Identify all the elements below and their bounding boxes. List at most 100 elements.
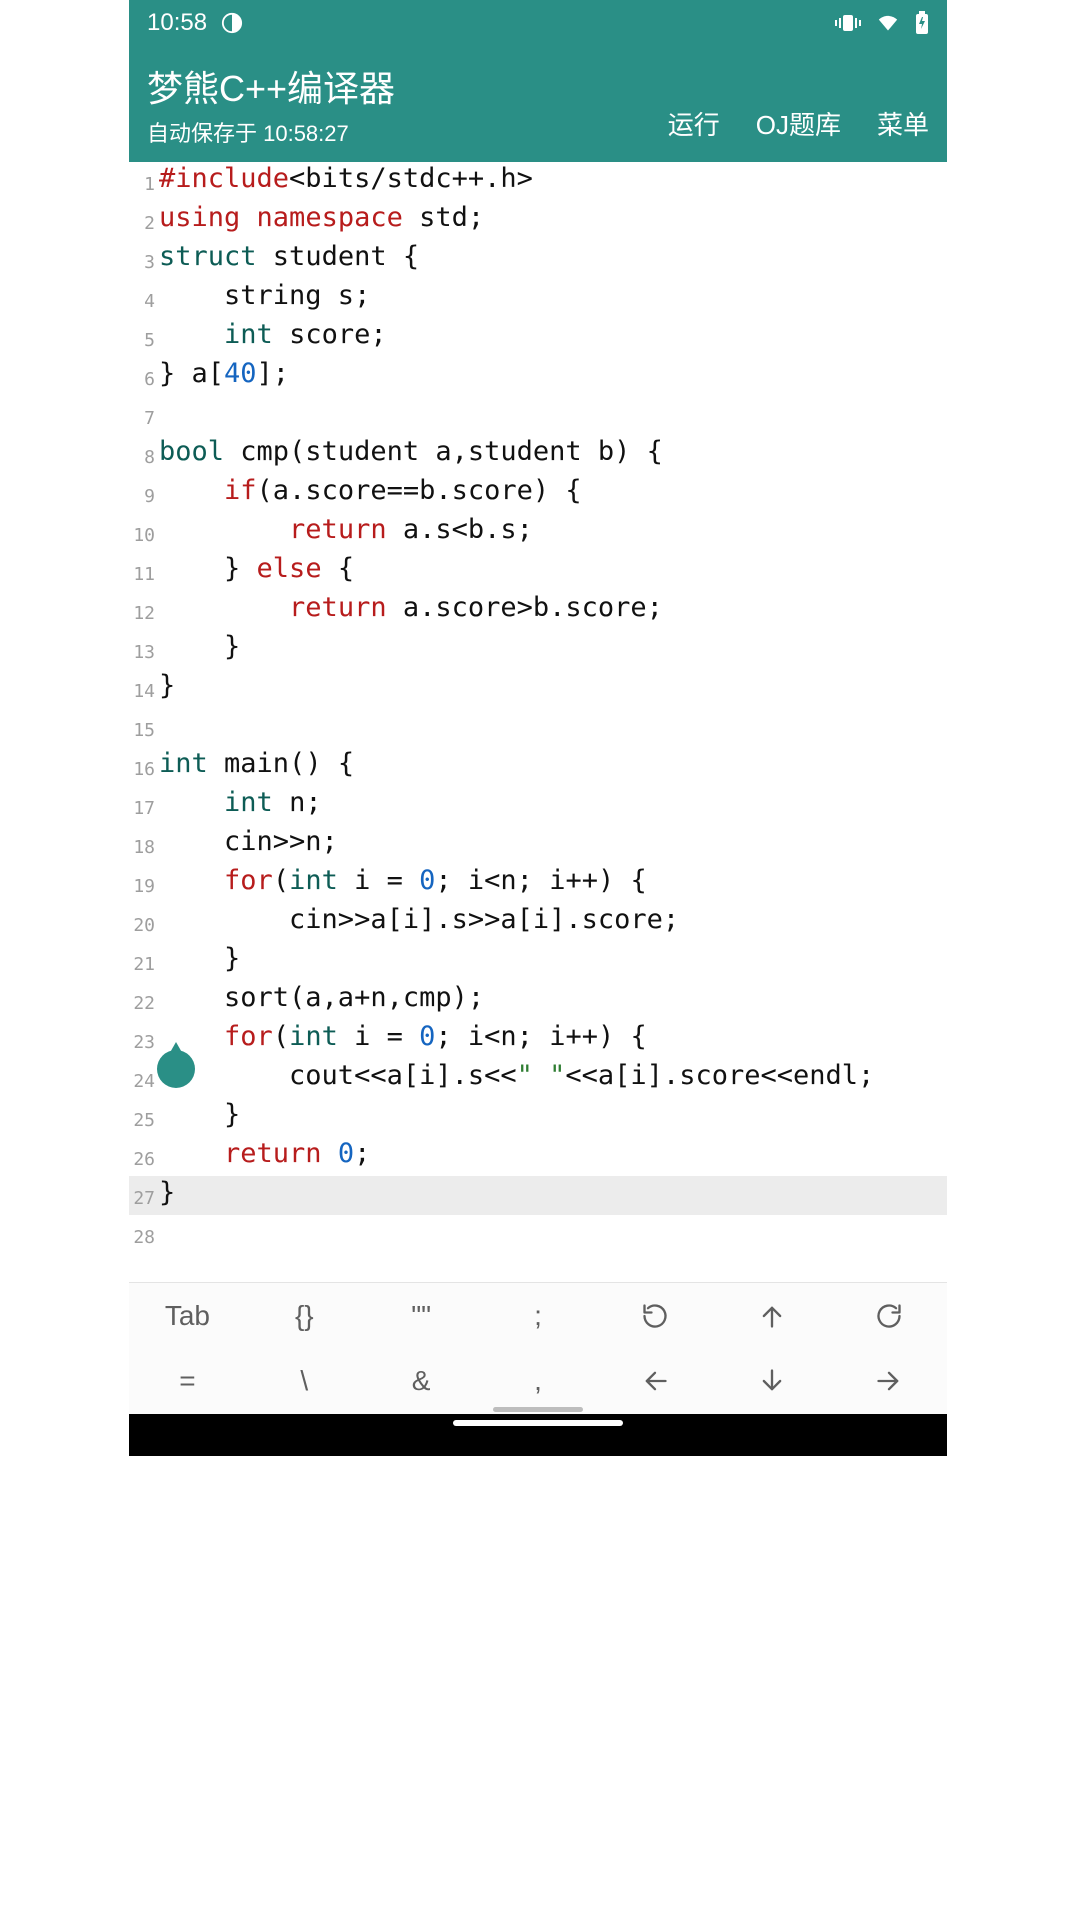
shift-up-icon[interactable] [713,1283,830,1349]
redo-icon[interactable] [830,1283,947,1349]
code-editor[interactable]: 1#include<bits/stdc++.h>2using namespace… [129,162,947,1282]
code-line[interactable]: 14} [129,669,947,708]
code-line[interactable]: 13 } [129,630,947,669]
code-line[interactable]: 19 for(int i = 0; i<n; i++) { [129,864,947,903]
code-line[interactable]: 15 [129,708,947,747]
code-content[interactable]: return 0; [157,1137,370,1176]
line-number: 13 [129,630,157,669]
line-number: 12 [129,591,157,630]
code-content[interactable]: if(a.score==b.score) { [157,474,582,513]
code-line[interactable]: 7 [129,396,947,435]
code-line[interactable]: 18 cin>>n; [129,825,947,864]
code-line[interactable]: 5 int score; [129,318,947,357]
code-line[interactable]: 23 for(int i = 0; i<n; i++) { [129,1020,947,1059]
code-content[interactable]: } [157,942,240,981]
key-sym[interactable]: , [480,1349,597,1415]
code-content[interactable]: } else { [157,552,354,591]
code-line[interactable]: 10 return a.s<b.s; [129,513,947,552]
code-content[interactable]: using namespace std; [157,201,484,240]
code-line[interactable]: 11 } else { [129,552,947,591]
line-number: 8 [129,435,157,474]
autosave-status: 自动保存于 10:58:27 [147,116,395,148]
code-content[interactable]: } [157,1098,240,1137]
arrow-right-icon[interactable] [830,1349,947,1415]
code-content[interactable]: cin>>a[i].s>>a[i].score; [157,903,679,942]
code-line[interactable]: 25 } [129,1098,947,1137]
line-number: 5 [129,318,157,357]
code-line[interactable]: 8bool cmp(student a,student b) { [129,435,947,474]
code-line[interactable]: 26 return 0; [129,1137,947,1176]
code-content[interactable]: cin>>n; [157,825,338,864]
code-content[interactable] [157,708,159,747]
key-sym[interactable]: ; [480,1283,597,1349]
home-gesture-pill[interactable] [453,1420,623,1426]
code-line[interactable]: 24 cout<<a[i].s<<" "<<a[i].score<<endl; [129,1059,947,1098]
undo-icon[interactable] [596,1283,713,1349]
code-line[interactable]: 20 cin>>a[i].s>>a[i].score; [129,903,947,942]
code-content[interactable]: } [157,669,175,708]
key-symsym[interactable]: {} [246,1283,363,1349]
code-line[interactable]: 22 sort(a,a+n,cmp); [129,981,947,1020]
code-content[interactable]: for(int i = 0; i<n; i++) { [157,1020,647,1059]
line-number: 14 [129,669,157,708]
line-number: 18 [129,825,157,864]
key-sym[interactable]: & [363,1349,480,1415]
code-content[interactable]: struct student { [157,240,419,279]
code-line[interactable]: 6} a[40]; [129,357,947,396]
code-line[interactable]: 21 } [129,942,947,981]
key-sym[interactable]: \ [246,1349,363,1415]
line-number: 1 [129,162,157,201]
code-content[interactable] [157,1215,159,1254]
status-time: 10:58 [147,9,207,37]
key-symsym[interactable]: "" [363,1283,480,1349]
line-number: 25 [129,1098,157,1137]
line-number: 22 [129,981,157,1020]
menu-button[interactable]: 菜单 [877,105,929,142]
code-content[interactable]: sort(a,a+n,cmp); [157,981,484,1020]
key-sym[interactable]: = [129,1349,246,1415]
code-content[interactable]: } [157,630,240,669]
arrow-down-icon[interactable] [713,1349,830,1415]
line-number: 4 [129,279,157,318]
code-line[interactable]: 28 [129,1215,947,1254]
code-content[interactable]: string s; [157,279,370,318]
code-content[interactable]: bool cmp(student a,student b) { [157,435,663,474]
line-number: 27 [129,1176,157,1215]
code-content[interactable]: int main() { [157,747,354,786]
line-number: 28 [129,1215,157,1254]
code-content[interactable]: cout<<a[i].s<<" "<<a[i].score<<endl; [157,1059,874,1098]
code-content[interactable]: return a.score>b.score; [157,591,663,630]
code-line[interactable]: 4 string s; [129,279,947,318]
code-content[interactable]: return a.s<b.s; [157,513,533,552]
code-line[interactable]: 2using namespace std; [129,201,947,240]
line-number: 9 [129,474,157,513]
code-content[interactable]: } a[40]; [157,357,289,396]
line-number: 23 [129,1020,157,1059]
text-cursor-handle[interactable] [157,1050,195,1088]
line-number: 2 [129,201,157,240]
code-line[interactable]: 9 if(a.score==b.score) { [129,474,947,513]
line-number: 7 [129,396,157,435]
code-line[interactable]: 3struct student { [129,240,947,279]
oj-library-button[interactable]: OJ题库 [756,105,841,142]
code-content[interactable]: } [157,1176,175,1215]
code-content[interactable]: for(int i = 0; i<n; i++) { [157,864,647,903]
line-number: 10 [129,513,157,552]
line-number: 16 [129,747,157,786]
run-button[interactable]: 运行 [668,105,720,142]
arrow-left-icon[interactable] [596,1349,713,1415]
code-line[interactable]: 12 return a.score>b.score; [129,591,947,630]
key-Tab[interactable]: Tab [129,1283,246,1349]
toolbar-drag-handle[interactable] [493,1407,583,1412]
code-line[interactable]: 17 int n; [129,786,947,825]
code-content[interactable] [157,396,159,435]
code-line[interactable]: 27} [129,1176,947,1215]
code-line[interactable]: 1#include<bits/stdc++.h> [129,162,947,201]
line-number: 19 [129,864,157,903]
code-line[interactable]: 16int main() { [129,747,947,786]
code-content[interactable]: #include<bits/stdc++.h> [157,162,533,201]
code-content[interactable]: int n; [157,786,322,825]
code-content[interactable]: int score; [157,318,387,357]
line-number: 3 [129,240,157,279]
line-number: 20 [129,903,157,942]
